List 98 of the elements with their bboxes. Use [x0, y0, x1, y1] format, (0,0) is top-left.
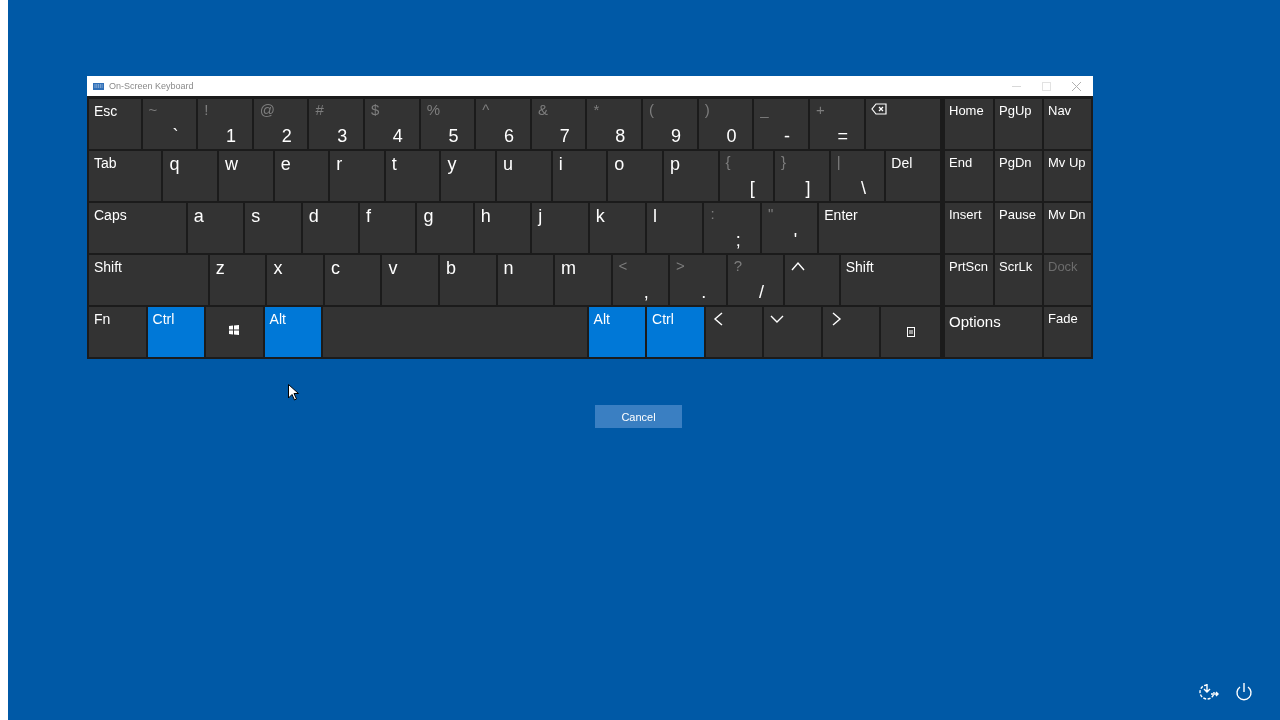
keyboard-key[interactable]: Nav — [1044, 99, 1091, 149]
keyboard-key[interactable]: End — [945, 151, 993, 201]
keyboard-key[interactable]: h — [474, 203, 531, 253]
keyboard-key[interactable]: Fn — [89, 307, 146, 357]
menu-icon — [906, 327, 915, 337]
keyboard-key[interactable]: : ; — [704, 203, 760, 253]
keyboard-icon — [93, 82, 104, 90]
keyboard-key[interactable]: s — [245, 203, 301, 253]
dashed-circle-arrow-icon[interactable] — [1198, 682, 1220, 702]
keyboard-key[interactable]: n — [497, 255, 554, 305]
shift-symbol: < — [618, 257, 628, 274]
keyboard-key[interactable]: d — [302, 203, 359, 253]
keyboard-key[interactable]: PgUp — [995, 99, 1042, 149]
keyboard-key[interactable]: v — [382, 255, 438, 305]
keyboard-key[interactable] — [865, 99, 940, 149]
keyboard-key[interactable]: m — [555, 255, 611, 305]
keyboard-key[interactable]: + = — [809, 99, 864, 149]
close-icon[interactable] — [1072, 81, 1081, 91]
keyboard-key[interactable]: o — [608, 151, 662, 201]
space-key[interactable] — [323, 307, 587, 357]
keyboard-key[interactable]: Shift — [840, 255, 940, 305]
keyboard-key[interactable]: g — [417, 203, 473, 253]
shift-symbol: % — [426, 101, 440, 118]
shift-symbol: ? — [733, 257, 742, 274]
keyboard-key[interactable]: Alt — [264, 307, 322, 357]
keyboard-key[interactable]: c — [324, 255, 381, 305]
keyboard-key[interactable]: k — [589, 203, 646, 253]
shift-symbol: $ — [371, 101, 380, 118]
keyboard-key[interactable]: b — [439, 255, 496, 305]
keyboard-key[interactable]: { [ — [719, 151, 774, 201]
keyboard-key[interactable]: Ctrl — [647, 307, 704, 357]
keyboard-key[interactable]: q — [163, 151, 217, 201]
keyboard-key[interactable]: l — [647, 203, 703, 253]
keyboard-key[interactable]: a — [187, 203, 244, 253]
keyboard-key[interactable]: > . — [670, 255, 726, 305]
backspace-icon — [870, 103, 887, 115]
shift-symbol: & — [537, 101, 548, 118]
maximize-icon[interactable] — [1042, 81, 1051, 91]
keyboard-key[interactable]: } ] — [775, 151, 829, 201]
shift-symbol: * — [593, 101, 600, 118]
shift-symbol: ~ — [148, 101, 158, 118]
keyboard-key[interactable]: Alt — [588, 307, 646, 357]
keyboard-key[interactable]: Caps — [89, 203, 186, 253]
keyboard-key[interactable]: f — [360, 203, 416, 253]
keyboard-key[interactable]: Mv Dn — [1044, 203, 1091, 253]
keyboard-key[interactable]: ) 0 — [698, 99, 753, 149]
shift-symbol: @ — [259, 101, 276, 118]
shift-symbol: > — [676, 257, 685, 274]
shift-symbol: # — [315, 101, 324, 118]
mouse-cursor-icon — [288, 384, 299, 401]
shift-symbol: { — [725, 153, 731, 170]
cancel-button[interactable]: Cancel — [595, 405, 682, 428]
windows-icon — [229, 325, 240, 335]
keyboard-key[interactable]: Esc — [89, 99, 141, 149]
power-icon[interactable] — [1234, 682, 1254, 702]
keyboard-key[interactable]: t — [385, 151, 440, 201]
keyboard-key[interactable]: y — [441, 151, 496, 201]
keyboard-key[interactable]: Mv Up — [1044, 151, 1091, 201]
shift-symbol: _ — [760, 101, 769, 118]
keyboard-key[interactable]: r — [330, 151, 384, 201]
shift-symbol: " — [767, 205, 774, 222]
keyboard-key[interactable]: < , — [612, 255, 669, 305]
shift-symbol: } — [781, 153, 787, 170]
shift-symbol: + — [815, 101, 825, 118]
shift-symbol: : — [710, 205, 715, 222]
keyboard-key[interactable]: i — [552, 151, 607, 201]
keyboard-key[interactable] — [206, 307, 263, 357]
keyboard-key[interactable]: e — [274, 151, 329, 201]
shift-symbol: ! — [204, 101, 209, 118]
shift-symbol: ) — [704, 101, 710, 118]
keyboard-key[interactable]: z — [209, 255, 266, 305]
keyboard-key[interactable]: x — [267, 255, 323, 305]
keyboard-key[interactable]: Enter — [819, 203, 940, 253]
keyboard-key[interactable]: PgDn — [995, 151, 1042, 201]
shift-symbol: ( — [649, 101, 655, 118]
keyboard-key[interactable]: Pause — [995, 203, 1042, 253]
keyboard-key[interactable]: Insert — [945, 203, 993, 253]
keyboard-key[interactable]: Options — [945, 307, 1042, 357]
keyboard-key[interactable]: " ' — [761, 203, 818, 253]
window-title: On-Screen Keyboard — [109, 81, 194, 91]
shift-symbol: | — [836, 153, 841, 170]
keyboard-key[interactable]: Del — [886, 151, 940, 201]
shift-symbol: ^ — [482, 101, 490, 118]
keyboard-key[interactable]: u — [497, 151, 551, 201]
keyboard-key[interactable]: PrtScn — [945, 255, 993, 305]
keyboard-key[interactable]: ScrLk — [995, 255, 1042, 305]
keyboard-key[interactable]: p — [663, 151, 718, 201]
keyboard-key[interactable]: w — [219, 151, 273, 201]
keyboard-key[interactable]: j — [532, 203, 588, 253]
keyboard-key[interactable]: Home — [945, 99, 993, 149]
minimize-icon[interactable] — [1012, 85, 1021, 87]
keyboard-key[interactable]: | \ — [830, 151, 885, 201]
keyboard-key[interactable]: Fade — [1044, 307, 1091, 357]
keyboard-key[interactable]: ? / — [727, 255, 784, 305]
keyboard-key[interactable]: Shift — [89, 255, 208, 305]
keyboard-key[interactable]: Tab — [89, 151, 162, 201]
keyboard-key[interactable]: Ctrl — [147, 307, 205, 357]
keyboard-key[interactable]: _ - — [754, 99, 808, 149]
